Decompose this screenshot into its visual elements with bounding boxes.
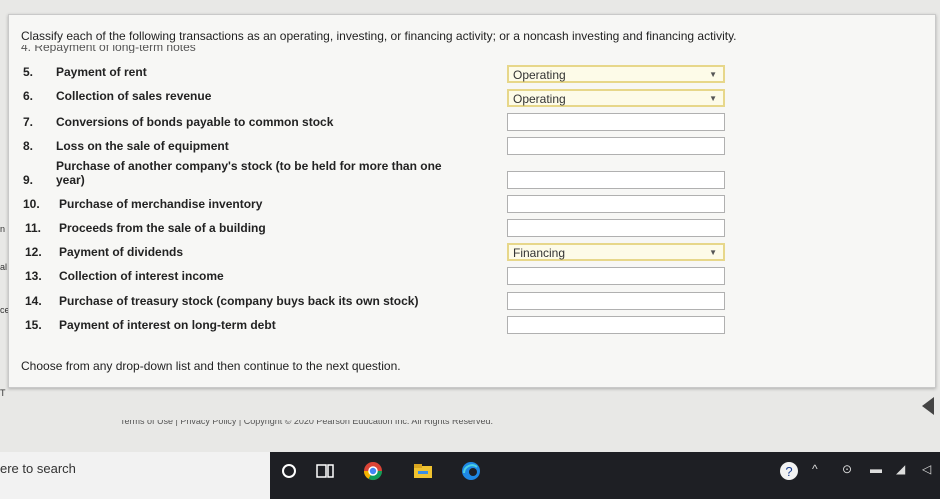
transaction-row: 10. Purchase of merchandise inventory [9,195,935,217]
transaction-row: 5. Payment of rent Operating ▼ [9,65,935,85]
transaction-row: 9. Purchase of another company's stock (… [9,159,935,189]
item-number: 13. [25,269,42,283]
file-explorer-icon[interactable] [412,460,434,482]
transaction-row: 14. Purchase of treasury stock (company … [9,292,935,314]
transaction-row: 11. Proceeds from the sale of a building [9,219,935,241]
classification-dropdown[interactable] [507,171,725,189]
cut-off-row: 4. Repayment of long-term notes [21,45,196,53]
question-card: Classify each of the following transacti… [8,14,936,388]
browser-viewport: n al ce T Classify each of the following… [0,0,940,452]
transaction-row: 7. Conversions of bonds payable to commo… [9,113,935,135]
item-number: 10. [23,197,40,211]
item-text: Collection of interest income [59,269,224,283]
transaction-row: 13. Collection of interest income [9,267,935,289]
battery-icon[interactable]: ▬ [870,462,882,476]
item-number: 6. [23,89,34,103]
scroll-left-arrow-icon[interactable] [922,397,934,415]
item-text: Loss on the sale of equipment [56,139,229,153]
classification-dropdown[interactable]: Operating ▼ [507,65,725,83]
taskbar: ere to search ? ^ ⊙ ▬ ◢ ◁ [0,452,940,499]
item-text: Purchase of merchandise inventory [59,197,263,211]
edge-browser-icon[interactable] [460,460,482,482]
item-number: 12. [25,245,42,259]
svg-text:?: ? [785,464,792,479]
dropdown-value: Operating [513,92,566,106]
transaction-row: 8. Loss on the sale of equipment [9,137,935,159]
item-number: 14. [25,294,42,308]
help-icon[interactable]: ? [778,460,800,482]
transaction-row: 15. Payment of interest on long-term deb… [9,316,935,338]
item-text: Payment of interest on long-term debt [59,318,276,332]
instructions: Classify each of the following transacti… [21,29,737,43]
item-text: Conversions of bonds payable to common s… [56,115,334,129]
transaction-row: 6. Collection of sales revenue Operating… [9,89,935,109]
volume-icon[interactable]: ◁ [922,462,931,476]
taskbar-search-box[interactable]: ere to search [0,452,270,499]
dropdown-arrow-icon: ▼ [709,94,717,103]
item-text: Proceeds from the sale of a building [59,221,266,235]
cortana-circle-icon[interactable] [278,460,300,482]
classification-dropdown[interactable] [507,195,725,213]
item-text: Purchase of treasury stock (company buys… [59,294,419,308]
item-number: 15. [25,318,42,332]
wifi-icon[interactable]: ◢ [896,462,905,476]
classification-dropdown[interactable]: Operating ▼ [507,89,725,107]
classification-dropdown[interactable] [507,267,725,285]
item-number: 5. [23,65,34,79]
dropdown-arrow-icon: ▼ [709,248,717,257]
footer-links[interactable]: Terms of Use | Privacy Policy | Copyrigh… [120,420,493,426]
search-placeholder: ere to search [0,461,76,476]
task-view-icon[interactable] [314,460,336,482]
classification-dropdown[interactable] [507,113,725,131]
item-number: 9. [23,173,34,187]
classification-dropdown[interactable] [507,292,725,310]
edge-mark: al [0,262,8,272]
action-center-icon[interactable]: ⊙ [842,462,852,476]
classification-dropdown[interactable] [507,316,725,334]
edge-mark: n [0,224,6,234]
dropdown-value: Operating [513,68,566,82]
chevron-up-icon[interactable]: ^ [812,462,818,476]
item-text-line1: Purchase of another company's stock (to … [56,159,442,173]
chrome-icon[interactable] [362,460,384,482]
item-number: 11. [25,221,42,235]
item-number: 7. [23,115,34,129]
transaction-row: 12. Payment of dividends Financing ▼ [9,243,935,265]
item-text: Payment of dividends [59,245,184,259]
hint-text: Choose from any drop-down list and then … [21,359,401,373]
dropdown-value: Financing [513,246,566,260]
classification-dropdown[interactable] [507,137,725,155]
item-text: Collection of sales revenue [56,89,212,103]
edge-mark: T [0,388,6,398]
item-text: Payment of rent [56,65,147,79]
classification-dropdown[interactable]: Financing ▼ [507,243,725,261]
classification-dropdown[interactable] [507,219,725,237]
item-number: 8. [23,139,34,153]
dropdown-arrow-icon: ▼ [709,70,717,79]
item-text-line2: year) [56,173,85,187]
